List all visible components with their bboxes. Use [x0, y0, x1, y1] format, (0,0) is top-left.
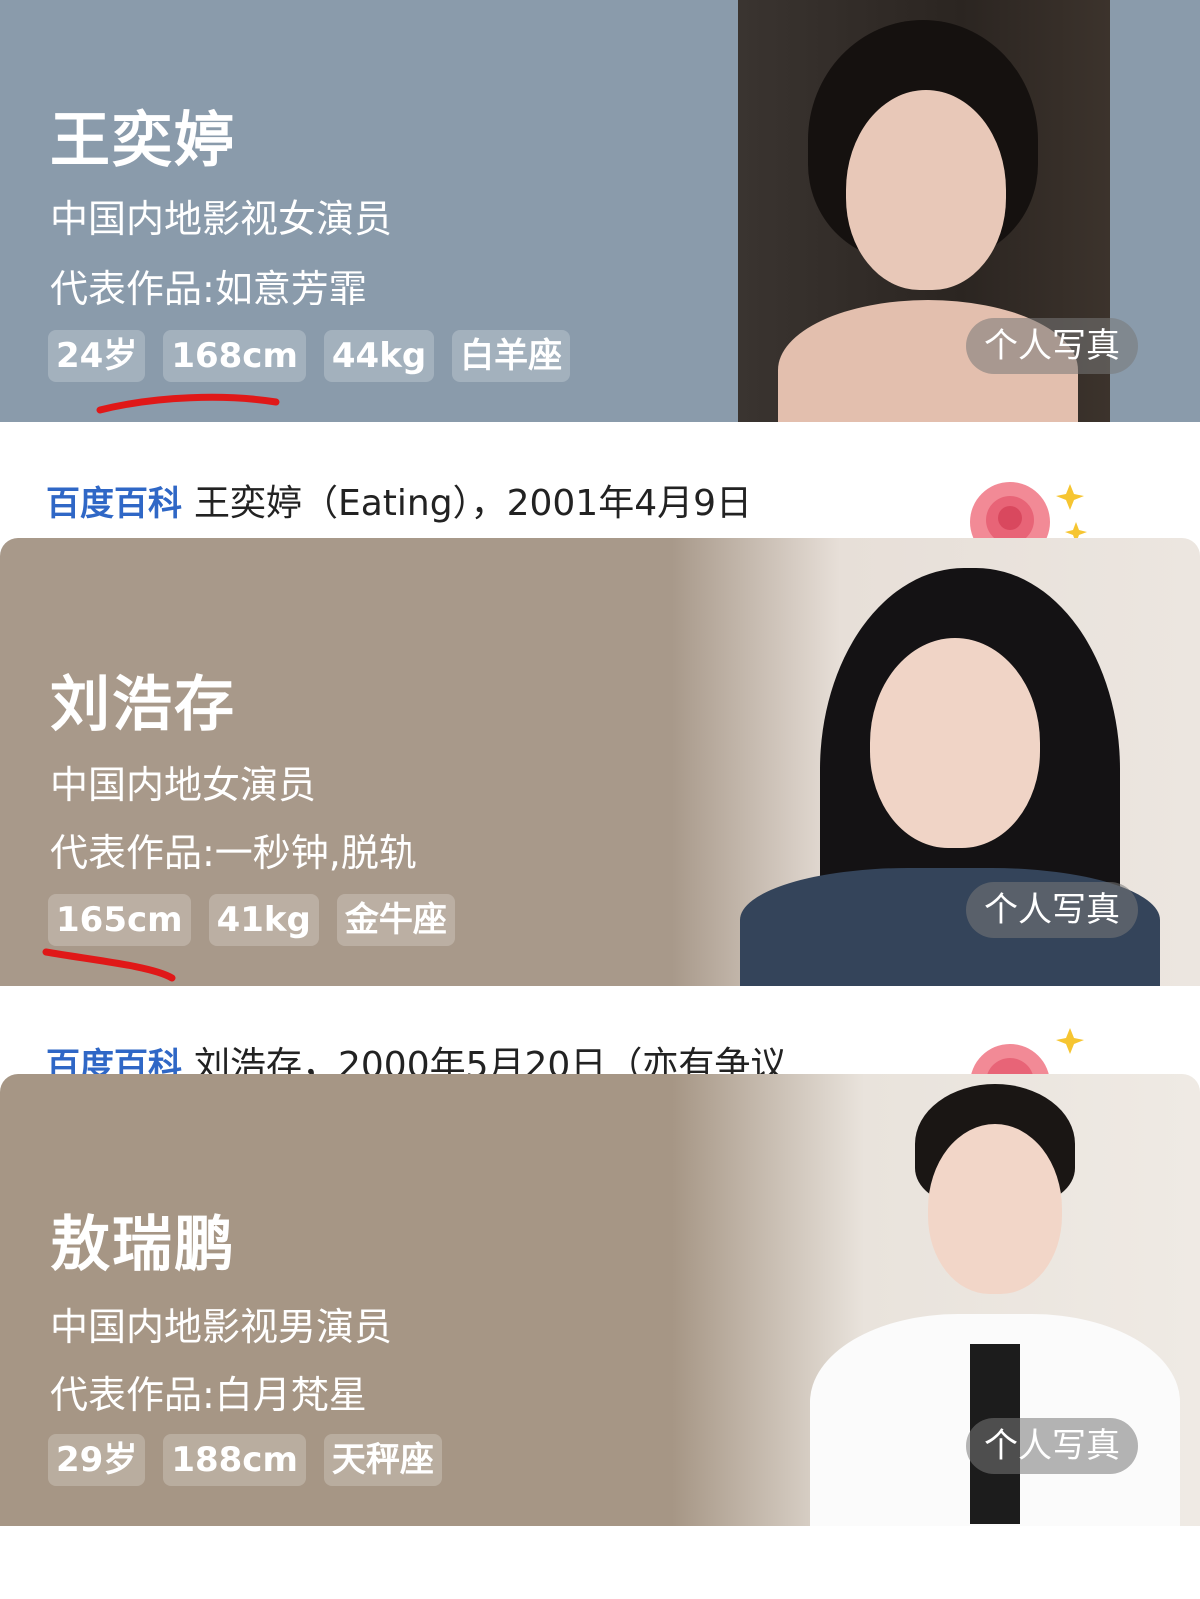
tag-zodiac: 白羊座	[452, 330, 571, 382]
tag-list: 29岁 188cm 天秤座	[48, 1434, 442, 1486]
tag-zodiac: 金牛座	[336, 894, 455, 946]
profile-card-liu-haocun[interactable]: 刘浩存 中国内地女演员 代表作品:一秒钟,脱轨 165cm 41kg 金牛座 个…	[0, 538, 1200, 986]
celebrity-name: 敖瑞鹏	[50, 1210, 236, 1280]
baike-summary: 王奕婷（Eating），2001年4月9日	[194, 483, 753, 524]
face-shape	[928, 1124, 1062, 1294]
tag-height: 165cm	[48, 894, 191, 946]
baike-summary-row[interactable]: 百度百科 王奕婷（Eating），2001年4月9日	[0, 422, 1200, 562]
celebrity-name: 王奕婷	[50, 106, 236, 176]
profile-card-wang-yiting[interactable]: 王奕婷 中国内地影视女演员 代表作品:如意芳霏 24岁 168cm 44kg 白…	[0, 0, 1200, 422]
celebrity-description: 中国内地女演员	[50, 763, 317, 807]
personal-photos-button[interactable]: 个人写真	[966, 318, 1138, 374]
red-underline-annotation	[42, 948, 176, 982]
baike-brand[interactable]: 百度百科	[46, 1038, 182, 1076]
representative-works: 代表作品:如意芳霏	[50, 267, 367, 311]
celebrity-description: 中国内地影视女演员	[50, 197, 393, 241]
representative-works: 代表作品:一秒钟,脱轨	[50, 831, 417, 875]
representative-works: 代表作品:白月梵星	[50, 1373, 367, 1417]
tag-height: 168cm	[163, 330, 306, 382]
personal-photos-button[interactable]: 个人写真	[966, 882, 1138, 938]
face-shape	[846, 90, 1006, 290]
tag-list: 165cm 41kg 金牛座	[48, 894, 455, 946]
baike-brand[interactable]: 百度百科	[46, 476, 182, 525]
baike-summary-row[interactable]: 百度百科 刘浩存，2000年5月20日（亦有争议	[0, 986, 1200, 1076]
celebrity-description: 中国内地影视男演员	[50, 1305, 393, 1349]
tag-list: 24岁 168cm 44kg 白羊座	[48, 330, 571, 382]
tag-weight: 41kg	[208, 894, 319, 946]
tag-age: 24岁	[48, 330, 146, 382]
tag-age: 29岁	[48, 1434, 146, 1486]
personal-photos-button[interactable]: 个人写真	[966, 1418, 1138, 1474]
rose-icon	[970, 1028, 1084, 1076]
tag-height: 188cm	[163, 1434, 306, 1486]
profile-card-ao-ruipeng[interactable]: 敖瑞鹏 中国内地影视男演员 代表作品:白月梵星 29岁 188cm 天秤座 个人…	[0, 1074, 1200, 1526]
tag-zodiac: 天秤座	[323, 1434, 442, 1486]
celebrity-name: 刘浩存	[50, 670, 236, 740]
tag-weight: 44kg	[323, 330, 435, 382]
baike-summary: 刘浩存，2000年5月20日（亦有争议	[194, 1045, 787, 1076]
red-underline-annotation	[96, 393, 280, 414]
face-shape	[870, 638, 1040, 848]
